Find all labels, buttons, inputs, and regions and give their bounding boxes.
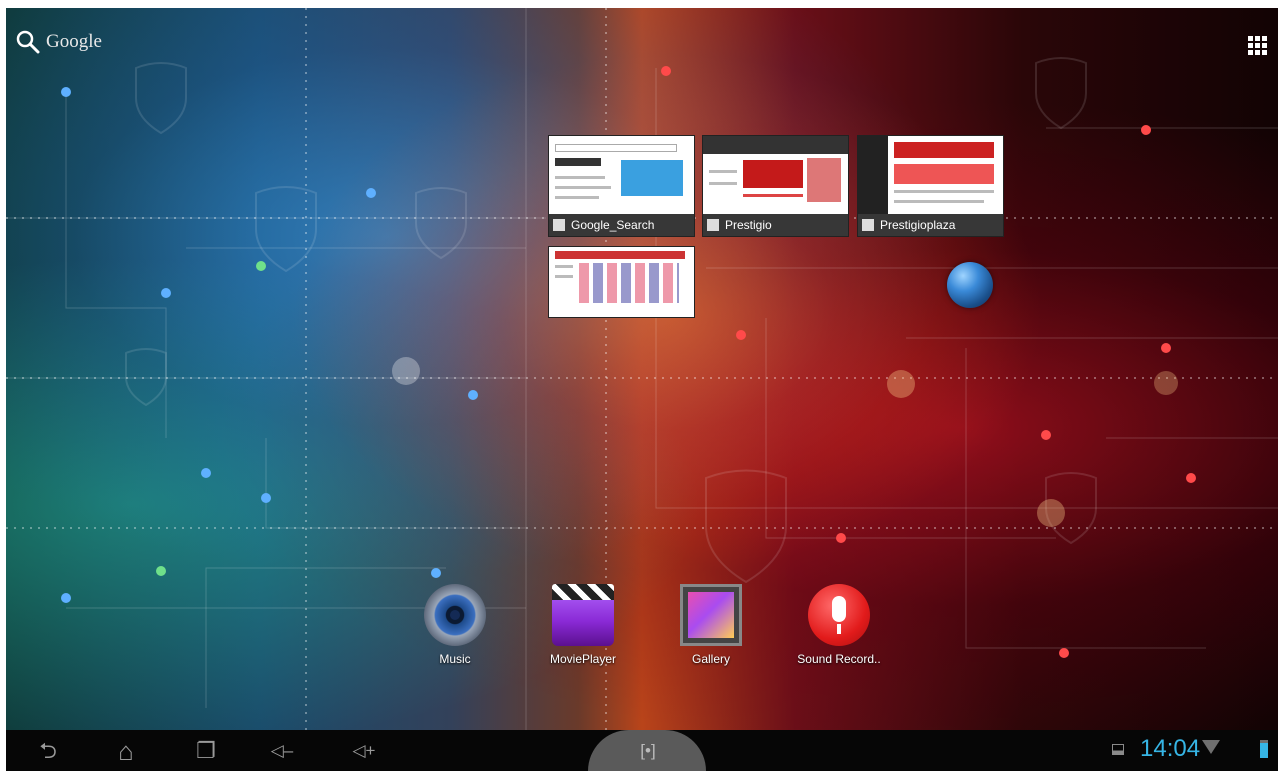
dock-app-movieplayer[interactable]: MoviePlayer (533, 584, 633, 666)
home-icon[interactable]: ⌂ (106, 738, 146, 764)
dock-app-music[interactable]: Music (405, 584, 505, 666)
thumbnail-header (703, 136, 848, 154)
dock-app-gallery[interactable]: Gallery (661, 584, 761, 666)
gallery-picture-icon (680, 584, 742, 646)
screenshot-button[interactable]: [•] (588, 730, 706, 771)
battery-icon (1260, 740, 1268, 758)
bookmark-caption: Prestigio (703, 214, 848, 236)
dock-app-sound-recorder[interactable]: Sound Record.. (789, 584, 889, 666)
bookmark-blank[interactable] (548, 246, 695, 318)
circuit-wallpaper (6, 8, 1278, 730)
volume-up-icon[interactable]: ◁+ (344, 738, 384, 764)
thumbnail-sidebar (858, 136, 888, 214)
wifi-icon (1202, 740, 1220, 754)
thumbnail-banner (621, 160, 683, 196)
bookmark-prestigioplaza[interactable]: Prestigioplaza (857, 135, 1004, 237)
thumbnail-promo (743, 160, 803, 188)
system-bar: ⮌ ⌂ ❐ ◁– ◁+ [•] 14:04 (6, 730, 1278, 771)
thumbnail-header (555, 251, 685, 259)
search-icon (16, 30, 40, 54)
home-screen: Google Google_Search Prestigio Prestigio… (6, 8, 1278, 771)
bookmark-title: Google_Search (571, 218, 655, 232)
volume-down-icon[interactable]: ◁– (262, 738, 302, 764)
microphone-icon (808, 584, 870, 646)
bookmark-caption: Prestigioplaza (858, 214, 1003, 236)
status-clock[interactable]: 14:04 (1140, 735, 1200, 763)
thumbnail-logo (555, 158, 601, 166)
all-apps-grid-icon[interactable] (1248, 36, 1270, 55)
thumbnail-search-field (555, 144, 677, 152)
bookmark-prestigio[interactable]: Prestigio (702, 135, 849, 237)
thumbnail-banner (894, 142, 994, 158)
app-label: Gallery (691, 652, 730, 666)
notification-picture-icon[interactable] (1112, 744, 1124, 755)
thumbnail-products (579, 263, 679, 303)
bookmark-caption: Google_Search (549, 214, 694, 236)
thumbnail-image (807, 158, 841, 202)
thumbnail-products (894, 164, 994, 184)
back-icon[interactable]: ⮌ (28, 738, 68, 764)
bookmark-title: Prestigio (725, 218, 772, 232)
movie-clapper-icon (552, 584, 614, 646)
app-label: Sound Record.. (797, 652, 881, 666)
app-label: Music (439, 652, 471, 666)
app-label: MoviePlayer (549, 652, 617, 666)
prestigioplaza-favicon (862, 219, 874, 231)
google-favicon (553, 219, 565, 231)
bookmark-title: Prestigioplaza (880, 218, 956, 232)
screenshot-icon: [•] (640, 741, 656, 760)
browser-globe-icon[interactable] (947, 262, 993, 308)
recent-apps-icon[interactable]: ❐ (186, 738, 226, 764)
music-speaker-icon (424, 584, 486, 646)
google-search-bar[interactable]: Google (16, 30, 102, 54)
google-search-label: Google (46, 31, 102, 52)
prestigio-favicon (707, 219, 719, 231)
bookmark-google-search[interactable]: Google_Search (548, 135, 695, 237)
